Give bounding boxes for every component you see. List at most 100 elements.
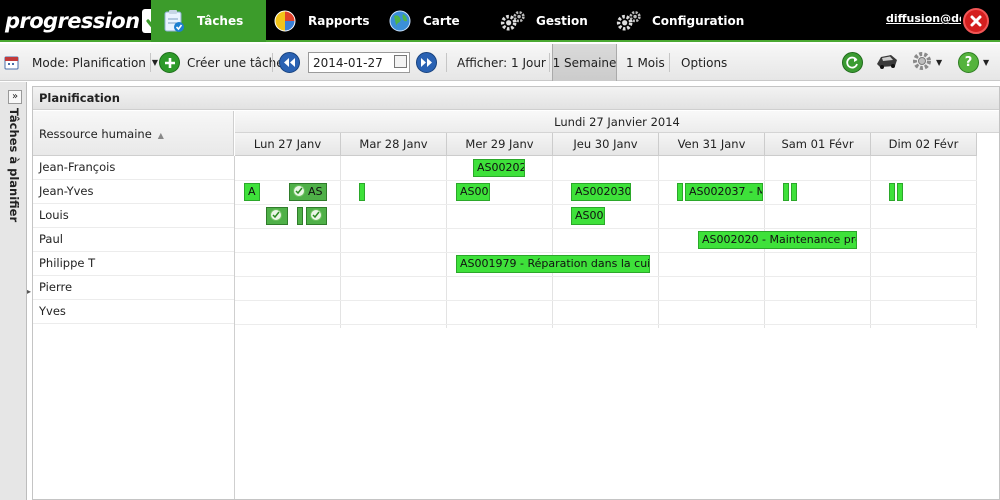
completed-check-icon — [310, 209, 322, 221]
task-bar[interactable] — [791, 183, 797, 201]
previous-date-button[interactable] — [279, 44, 300, 81]
task-bar[interactable] — [359, 183, 365, 201]
grid-row-line — [235, 252, 977, 253]
resource-row[interactable]: Pierre — [33, 276, 234, 300]
user-account-link[interactable]: diffusion@den — [886, 12, 961, 25]
completed-task-bar[interactable] — [297, 207, 303, 225]
nav-tab-label: Carte — [423, 14, 460, 28]
grid-divider — [870, 156, 871, 328]
settings-dropdown[interactable]: ▼ — [912, 44, 942, 81]
period-1semaine[interactable]: 1 Semaine — [552, 44, 617, 81]
day-header: Sam 01 Févr — [765, 133, 871, 156]
completed-check-icon — [270, 209, 282, 221]
resource-column-header[interactable]: Ressource humaine ▲ — [33, 111, 234, 156]
resource-list: Jean-François Jean-Yves Louis Paul Phili… — [33, 156, 235, 499]
nav-tab-label: Configuration — [652, 14, 745, 28]
planning-title: Planification — [33, 87, 999, 110]
help-question-icon: ? — [958, 52, 979, 73]
resource-header-label: Ressource humaine — [39, 127, 152, 141]
expand-panel-icon[interactable]: » — [8, 90, 22, 104]
toolbar-separator — [272, 53, 273, 72]
task-bar[interactable]: AS00 — [456, 183, 490, 201]
resource-row[interactable]: Jean-Yves — [33, 180, 234, 204]
refresh-button[interactable] — [842, 44, 863, 81]
day-header: Lun 27 Janv — [235, 133, 341, 156]
reports-pie-chart-icon — [272, 8, 298, 34]
resource-row[interactable]: Louis — [33, 204, 234, 228]
resource-row[interactable]: Philippe T — [33, 252, 234, 276]
grid-divider — [552, 156, 553, 328]
task-bar[interactable] — [897, 183, 903, 201]
nav-tab-gestion[interactable]: Gestion — [500, 0, 588, 42]
mode-dropdown[interactable]: Mode: Planification ▼ — [32, 44, 158, 81]
rewind-icon — [279, 52, 300, 73]
help-dropdown[interactable]: ? ▼ — [958, 44, 989, 81]
day-header: Mar 28 Janv — [341, 133, 447, 156]
task-bar[interactable]: AS00 — [571, 207, 605, 225]
nav-tab-label: Gestion — [536, 14, 588, 28]
completed-task-bar[interactable] — [306, 207, 327, 225]
completed-check-icon — [293, 185, 305, 197]
resource-row[interactable]: Paul — [33, 228, 234, 252]
toolbar-separator — [150, 53, 151, 72]
task-bar[interactable] — [783, 183, 789, 201]
toolbar-separator — [446, 53, 447, 72]
logout-close-icon[interactable] — [963, 8, 989, 34]
task-bar[interactable] — [677, 183, 683, 201]
nav-tab-configuration[interactable]: Configuration — [616, 0, 744, 42]
nav-tab-rapports[interactable]: Rapports — [272, 0, 370, 42]
period-1jour[interactable]: 1 Jour — [511, 44, 546, 81]
gear-icon — [912, 51, 932, 74]
unscheduled-tasks-title: Tâches à planifier — [7, 108, 21, 223]
panel-splitter-icon[interactable]: ▸ — [27, 287, 31, 296]
management-gears-icon — [500, 8, 526, 34]
toolbar-separator — [669, 53, 670, 72]
grid-row-line — [235, 180, 977, 181]
options-button[interactable]: Options — [681, 44, 727, 81]
grid-divider — [446, 156, 447, 328]
map-globe-icon — [387, 8, 413, 34]
chevron-down-icon: ▼ — [936, 58, 943, 67]
task-bar[interactable]: AS002030 — [571, 183, 631, 201]
task-bar[interactable]: AS002020 - Maintenance prév — [698, 231, 857, 249]
task-bar[interactable] — [889, 183, 895, 201]
day-header: Mer 29 Janv — [447, 133, 553, 156]
nav-tab-label: Tâches — [197, 14, 244, 28]
day-header: Dim 02 Févr — [871, 133, 977, 156]
week-header: Lundi 27 Janvier 2014 — [235, 111, 999, 133]
calendar-picker-icon[interactable] — [394, 55, 407, 68]
next-date-button[interactable] — [416, 44, 437, 81]
grid-row-line — [235, 324, 977, 325]
calendar-mode-icon[interactable] — [4, 44, 19, 81]
task-bar[interactable]: AS002037 - M — [685, 183, 763, 201]
day-header: Jeu 30 Janv — [553, 133, 659, 156]
task-bar[interactable]: AS00202 — [473, 159, 525, 177]
tasks-clipboard-icon — [161, 8, 187, 34]
grid-divider — [658, 156, 659, 328]
create-task-button[interactable]: Créer une tâche — [159, 44, 284, 81]
fast-forward-icon — [416, 52, 437, 73]
grid-row-line — [235, 276, 977, 277]
planning-panel: Planification Ressource humaine ▲ Jean-Fr… — [32, 86, 1000, 500]
configuration-gears-icon — [616, 8, 642, 34]
nav-tab-carte[interactable]: Carte — [387, 0, 460, 42]
mode-dropdown-label: Mode: Planification — [32, 55, 146, 70]
period-1mois[interactable]: 1 Mois — [626, 44, 665, 81]
task-bar-label: AS — [308, 185, 323, 198]
chevron-down-icon: ▼ — [983, 58, 990, 67]
nav-tab-taches[interactable]: Tâches — [151, 0, 266, 42]
task-bar[interactable]: A — [244, 183, 260, 201]
vehicle-icon — [875, 52, 899, 73]
unscheduled-tasks-panel[interactable]: » Tâches à planifier — [0, 82, 27, 500]
completed-task-bar[interactable]: AS — [289, 183, 327, 201]
task-bar[interactable]: AS001979 - Réparation dans la cuisin — [456, 255, 650, 273]
toolbar-separator — [549, 53, 550, 72]
route-optimizer-button[interactable] — [875, 44, 899, 81]
resource-row[interactable]: Jean-François — [33, 156, 234, 180]
grid-row-line — [235, 228, 977, 229]
add-plus-icon — [159, 52, 180, 73]
grid-row-line — [235, 204, 977, 205]
app-logo[interactable]: progression — [5, 8, 167, 34]
resource-row[interactable]: Yves — [33, 300, 234, 324]
completed-task-bar[interactable] — [266, 207, 288, 225]
